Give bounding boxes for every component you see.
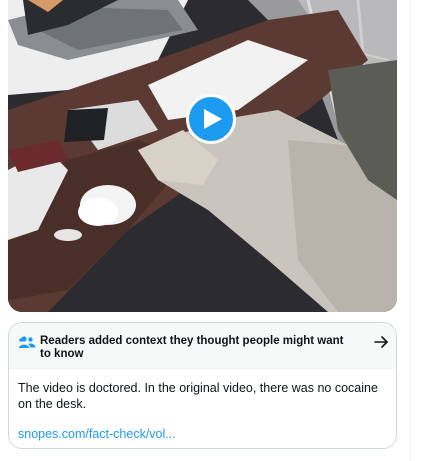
play-button[interactable] [186,94,236,144]
community-note-header[interactable]: Readers added context they thought peopl… [9,323,396,369]
video-frame [8,0,397,312]
column-divider [410,0,411,461]
community-note-text: The video is doctored. In the original v… [18,381,378,411]
community-note-heading: Readers added context they thought peopl… [40,335,344,360]
community-note-source-link[interactable]: snopes.com/fact-check/vol... [18,427,176,441]
video-player[interactable] [8,0,397,312]
play-icon [204,109,222,129]
community-note-card[interactable]: Readers added context they thought peopl… [8,322,397,449]
people-icon [19,336,36,348]
tweet-media-area: Readers added context they thought peopl… [0,0,431,461]
arrow-right-icon[interactable] [373,334,389,350]
